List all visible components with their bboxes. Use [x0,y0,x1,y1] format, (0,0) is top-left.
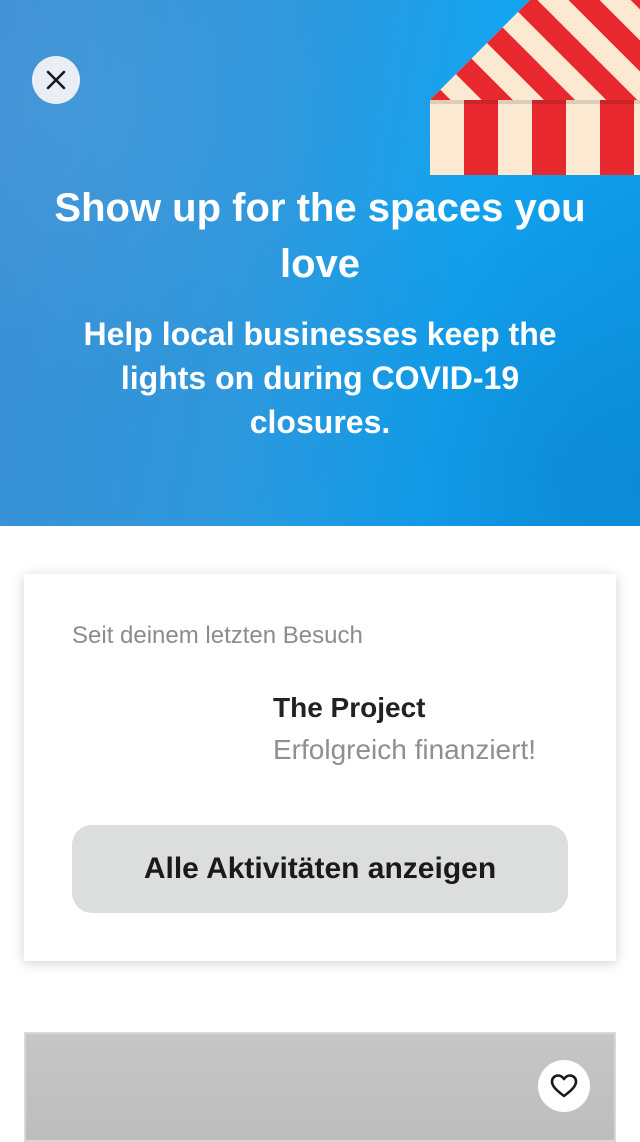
project-name[interactable]: The Project [273,692,425,724]
view-all-activities-button[interactable]: Alle Aktivitäten anzeigen [72,825,568,913]
activity-caption: Seit deinem letzten Besuch [72,622,363,649]
hero-subtitle: Help local businesses keep the lights on… [83,316,557,440]
close-icon [46,70,66,90]
heart-icon [550,1074,578,1098]
striped-awning-illustration [430,0,640,175]
hero-banner: Show up for the spaces you love Help loc… [0,0,640,526]
hero-title: Show up for the spaces you love [54,186,586,286]
project-listing-image[interactable] [24,1032,616,1142]
favorite-button[interactable] [538,1060,590,1112]
close-button[interactable] [32,56,80,104]
project-status: Erfolgreich finanziert! [273,734,537,765]
activity-card: Seit deinem letzten Besuch The Project E… [24,574,616,961]
